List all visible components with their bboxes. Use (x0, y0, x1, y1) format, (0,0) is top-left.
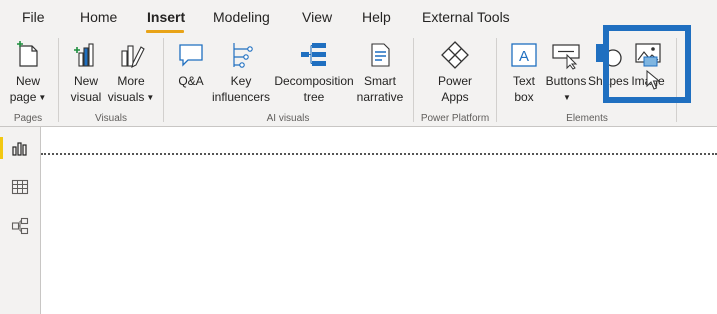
new-visual-button[interactable]: New visual (66, 39, 106, 111)
power-apps-label-2: Apps (441, 90, 469, 104)
tab-external-tools[interactable]: External Tools (422, 9, 510, 25)
smart-narrative-button[interactable]: Smart narrative (356, 39, 404, 111)
buttons-button[interactable]: Buttons ▼ (544, 39, 588, 111)
model-view-icon[interactable] (11, 217, 29, 235)
chevron-down-icon: ▼ (38, 93, 47, 102)
text-box-button[interactable]: A Text box (506, 39, 542, 111)
tab-modeling[interactable]: Modeling (213, 9, 270, 25)
decomposition-tree-icon (298, 39, 330, 71)
group-label-power-platform: Power Platform (420, 113, 490, 124)
smart-narrative-icon (364, 39, 396, 71)
tab-insert[interactable]: Insert (147, 9, 185, 25)
more-visuals-label-1: More (117, 74, 145, 88)
more-visuals-label-2-wrap: visuals ▼ (107, 89, 155, 106)
view-switcher (0, 127, 41, 314)
more-visuals-icon (115, 39, 147, 71)
mouse-cursor-icon (646, 69, 661, 95)
key-influencers-button[interactable]: Key influencers (212, 39, 270, 111)
qa-icon (175, 39, 207, 71)
svg-text:A: A (519, 48, 529, 65)
canvas-dotted-border (41, 153, 717, 155)
buttons-icon (550, 39, 582, 71)
qa-label: Q&A (178, 74, 204, 88)
new-page-label-1: New (15, 74, 40, 88)
group-label-pages: Pages (13, 113, 43, 124)
key-influencers-icon (225, 39, 257, 71)
new-page-label-2: page (9, 90, 37, 104)
power-apps-icon (439, 39, 471, 71)
group-label-elements: Elements (566, 113, 608, 124)
group-separator (413, 38, 414, 122)
tab-view[interactable]: View (302, 9, 332, 25)
active-view-indicator (0, 137, 3, 159)
power-apps-button[interactable]: Power Apps (427, 39, 483, 111)
new-visual-label-1: New (73, 74, 98, 88)
data-view-icon[interactable] (11, 178, 29, 196)
buttons-label: Buttons (545, 74, 587, 88)
group-separator (163, 38, 164, 122)
more-visuals-label-2: visuals (107, 90, 145, 104)
more-visuals-button[interactable]: More visuals ▼ (107, 39, 155, 111)
decomposition-tree-label-2: tree (303, 90, 325, 104)
new-page-label-2-wrap: page ▼ (5, 89, 51, 106)
new-page-icon (12, 39, 44, 71)
new-page-button[interactable]: New page ▼ (5, 39, 51, 111)
new-visual-label-2: visual (70, 90, 102, 104)
report-view-icon[interactable] (11, 139, 29, 157)
group-separator (496, 38, 497, 122)
key-influencers-label-1: Key (230, 74, 252, 88)
key-influencers-label-2: influencers (212, 90, 271, 104)
smart-narrative-label-1: Smart (363, 74, 396, 88)
active-tab-underline (146, 30, 184, 33)
power-apps-label-1: Power (437, 74, 472, 88)
text-box-label-2: box (514, 90, 534, 104)
decomposition-tree-label-1: Decomposition (274, 74, 354, 88)
tab-help[interactable]: Help (362, 9, 391, 25)
group-separator (58, 38, 59, 122)
text-box-icon: A (508, 39, 540, 71)
text-box-label-1: Text (512, 74, 535, 88)
chevron-down-icon: ▼ (563, 93, 571, 102)
tab-home[interactable]: Home (80, 9, 117, 25)
tab-file[interactable]: File (22, 9, 45, 25)
group-label-ai-visuals: AI visuals (266, 113, 310, 124)
decomposition-tree-button[interactable]: Decomposition tree (272, 39, 356, 111)
smart-narrative-label-2: narrative (356, 90, 404, 104)
report-canvas[interactable] (41, 127, 717, 314)
group-label-visuals: Visuals (94, 113, 128, 124)
new-visual-icon (70, 39, 102, 71)
chevron-down-icon: ▼ (146, 93, 155, 102)
qa-button[interactable]: Q&A (172, 39, 210, 111)
